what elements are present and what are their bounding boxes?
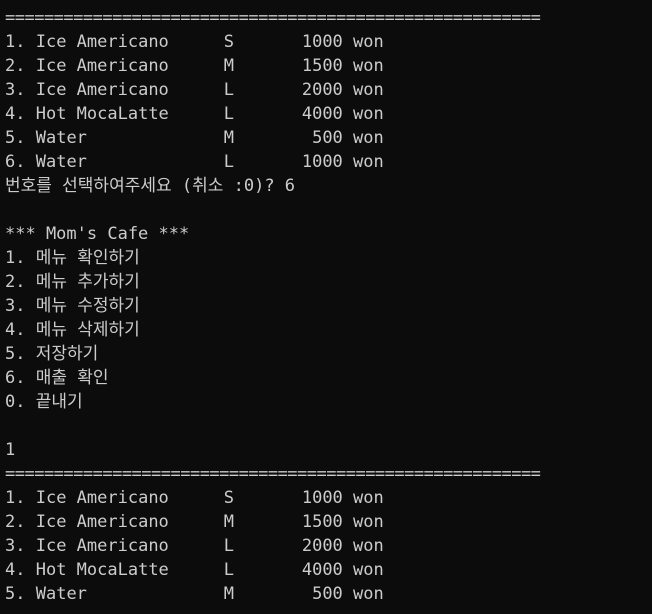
item-price: 1000 won (301, 152, 384, 172)
item-size: S (223, 488, 234, 508)
main-menu: 1. 메뉴 확인하기 2. 메뉴 추가하기 3. 메뉴 수정하기 4. 메뉴 삭… (5, 246, 652, 414)
row-number: 5. (5, 128, 26, 148)
item-size: S (223, 32, 234, 52)
menu-row: 4. Hot MocaLatte L 4000 won (5, 558, 652, 582)
item-size: L (223, 560, 234, 580)
row-number: 3. (5, 536, 26, 556)
menu-row: 5. Water M 500 won (5, 126, 652, 150)
row-number: 4. (5, 104, 26, 124)
item-price: 2000 won (301, 80, 384, 100)
menu-row: 1. Ice Americano S 1000 won (5, 486, 652, 510)
item-name: Ice Americano (35, 536, 169, 556)
menu-row: 2. Ice Americano M 1500 won (5, 54, 652, 78)
menu-row: 4. Hot MocaLatte L 4000 won (5, 102, 652, 126)
item-name: Ice Americano (35, 56, 169, 76)
item-price: 4000 won (301, 560, 384, 580)
main-menu-item: 4. 메뉴 삭제하기 (5, 320, 140, 340)
row-number: 3. (5, 80, 26, 100)
separator-line: ========================================… (5, 8, 541, 28)
menu-row: 3. Ice Americano L 2000 won (5, 78, 652, 102)
main-menu-item: 6. 매출 확인 (5, 368, 109, 388)
item-size: M (223, 512, 234, 532)
console-window[interactable]: ========================================… (0, 0, 652, 614)
item-name: Ice Americano (35, 80, 169, 100)
item-price: 2000 won (301, 536, 384, 556)
row-number: 1. (5, 488, 26, 508)
item-name: Ice Americano (35, 488, 169, 508)
item-size: M (223, 584, 234, 604)
item-price: 1000 won (301, 32, 384, 52)
separator-line: ========================================… (5, 464, 541, 484)
item-price: 500 won (312, 128, 384, 148)
item-size: L (223, 104, 234, 124)
item-size: L (223, 152, 234, 172)
row-number: 1. (5, 32, 26, 52)
item-name: Hot MocaLatte (35, 104, 169, 124)
item-size: M (223, 128, 234, 148)
menu-row: 1. Ice Americano S 1000 won (5, 30, 652, 54)
row-number: 6. (5, 152, 26, 172)
item-name: Hot MocaLatte (35, 560, 169, 580)
menu-table-2: 1. Ice Americano S 1000 won 2. Ice America… (5, 486, 652, 606)
item-price: 1500 won (301, 56, 384, 76)
menu-table-1: 1. Ice Americano S 1000 won 2. Ice America… (5, 30, 652, 174)
item-price: 4000 won (301, 104, 384, 124)
menu-row: 3. Ice Americano L 2000 won (5, 534, 652, 558)
menu-row: 6. Water L 1000 won (5, 150, 652, 174)
main-menu-item: 5. 저장하기 (5, 344, 99, 364)
item-name: Ice Americano (35, 512, 169, 532)
user-input-line[interactable]: 1 (5, 438, 652, 462)
main-menu-item: 0. 끝내기 (5, 392, 83, 412)
row-number: 5. (5, 584, 26, 604)
item-price: 1000 won (301, 488, 384, 508)
item-name: Water (35, 584, 87, 604)
main-menu-item: 1. 메뉴 확인하기 (5, 248, 140, 268)
row-number: 4. (5, 560, 26, 580)
cafe-title: *** Mom's Cafe *** (5, 224, 190, 244)
item-size: L (223, 80, 234, 100)
row-number: 2. (5, 56, 26, 76)
item-name: Ice Americano (35, 32, 169, 52)
item-size: M (223, 56, 234, 76)
row-number: 2. (5, 512, 26, 532)
item-name: Water (35, 152, 87, 172)
item-size: L (223, 536, 234, 556)
selection-prompt: 번호를 선택하여주세요 (취소 :0)? 6 (5, 176, 296, 196)
menu-row: 2. Ice Americano M 1500 won (5, 510, 652, 534)
item-price: 500 won (312, 584, 384, 604)
menu-row: 5. Water M 500 won (5, 582, 652, 606)
main-menu-item: 2. 메뉴 추가하기 (5, 272, 140, 292)
item-price: 1500 won (301, 512, 384, 532)
item-name: Water (35, 128, 87, 148)
main-menu-item: 3. 메뉴 수정하기 (5, 296, 140, 316)
